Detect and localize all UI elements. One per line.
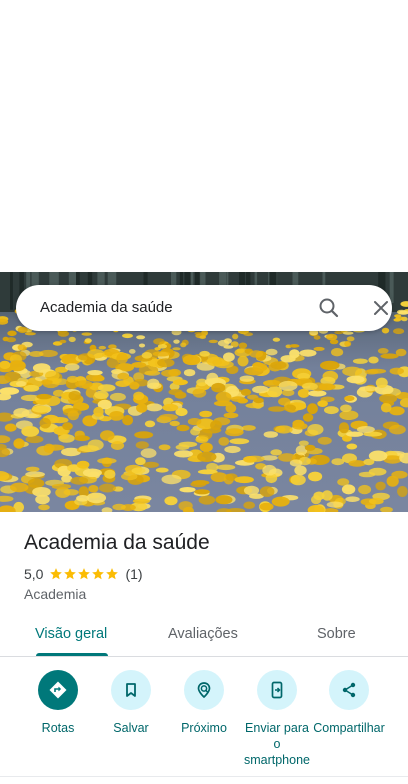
nearby-icon[interactable] [184, 670, 224, 710]
star-icon [64, 568, 77, 580]
rating-row[interactable]: 5,0 (1) [24, 565, 143, 583]
rating-value: 5,0 [24, 566, 44, 582]
send-to-phone-icon[interactable] [257, 670, 297, 710]
action-buttons: Rotas Salvar Próximo Enviar para o smart… [0, 670, 408, 770]
tab-indicator [36, 653, 108, 656]
map-area[interactable] [0, 0, 408, 272]
close-icon[interactable] [368, 295, 394, 321]
directions-label: Rotas [41, 721, 75, 735]
star-icon [106, 568, 119, 580]
tab-overview[interactable]: Visão geral [35, 625, 107, 643]
share-icon[interactable] [329, 670, 369, 710]
bookmark-icon[interactable] [111, 670, 151, 710]
place-category[interactable]: Academia [24, 585, 86, 603]
nearby-button[interactable]: Próximo [162, 670, 246, 736]
search-icon[interactable] [316, 295, 342, 321]
place-panel: Academia da saúde Academia da saúde 5,0 … [0, 0, 408, 784]
nearby-label: Próximo [181, 721, 227, 735]
directions-icon[interactable] [38, 670, 78, 710]
search-bar[interactable]: Academia da saúde [16, 285, 392, 331]
rating-stars [49, 567, 119, 581]
save-label: Salvar [113, 721, 149, 735]
star-icon [92, 568, 105, 580]
star-icon [50, 568, 63, 580]
search-input[interactable]: Academia da saúde [40, 299, 173, 317]
place-tabs: Visão geral Avaliações Sobre [0, 612, 408, 657]
tab-about[interactable]: Sobre [317, 625, 356, 643]
place-title: Academia da saúde [24, 531, 210, 554]
share-button[interactable]: Compartilhar [307, 670, 391, 736]
send-to-phone-label: Enviar para o smartphone [243, 721, 310, 767]
share-label: Compartilhar [313, 721, 385, 735]
directions-button[interactable]: Rotas [16, 670, 100, 736]
review-count[interactable]: (1) [125, 566, 142, 582]
divider [0, 776, 408, 777]
tab-reviews[interactable]: Avaliações [168, 625, 238, 643]
star-icon [78, 568, 91, 580]
save-button[interactable]: Salvar [89, 670, 173, 736]
